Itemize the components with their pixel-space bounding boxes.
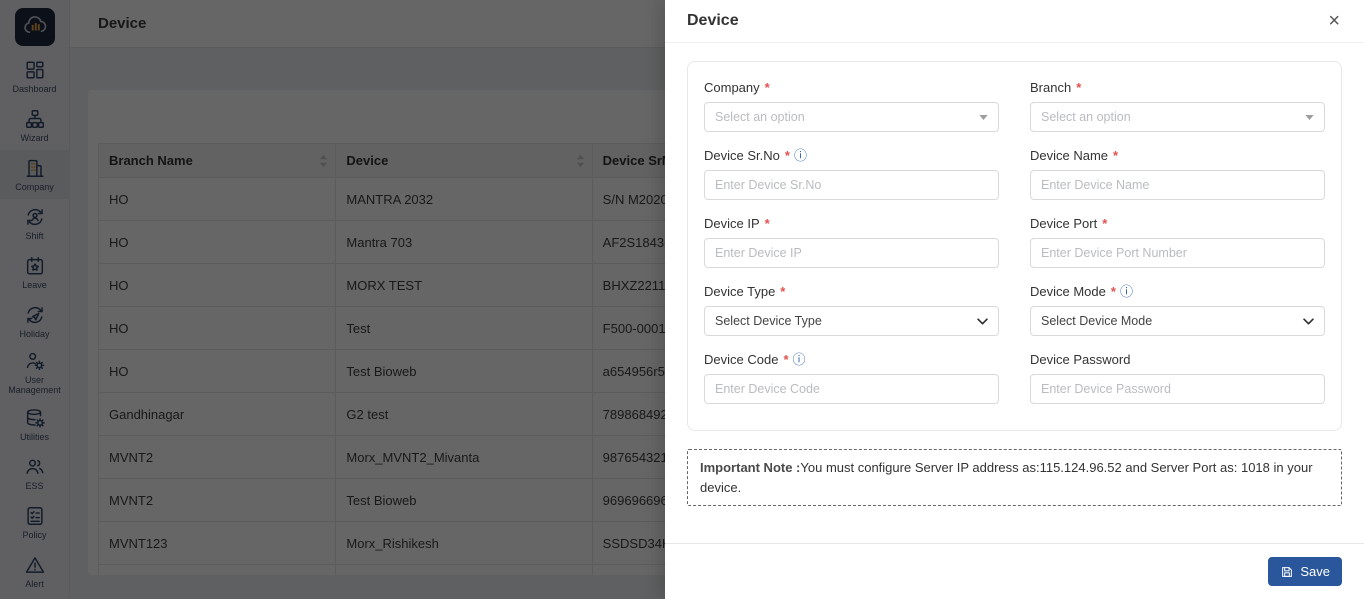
device-password-input[interactable] [1030,374,1325,404]
device-form: Company * Select an option Branch * Select an… [687,61,1342,431]
info-icon: ⓘ [1119,284,1133,299]
required-asterisk: * [1113,148,1119,163]
drawer-title: Device [687,12,739,29]
device-code-input[interactable] [704,374,999,404]
drawer-body: Company * Select an option Branch * Select an… [665,61,1364,506]
caret-down-icon [979,114,988,120]
device-mode-select[interactable]: Select Device Mode [1030,306,1325,336]
chevron-down-icon [977,317,988,325]
close-icon[interactable]: × [1328,11,1340,31]
required-asterisk: * [783,352,789,367]
required-asterisk: * [764,80,770,95]
chevron-down-icon [1303,317,1314,325]
important-note: Important Note :You must configure Serve… [687,449,1342,506]
field-device-ip: Device IP * [704,216,999,268]
branch-dropdown[interactable]: Select an option [1030,102,1325,132]
required-asterisk: * [764,216,770,231]
field-device-type: Device Type * Select Device Type [704,284,999,336]
save-button[interactable]: Save [1268,557,1342,586]
field-company: Company * Select an option [704,80,999,132]
device-type-select[interactable]: Select Device Type [704,306,999,336]
info-icon: ⓘ [792,352,806,367]
field-device-name: Device Name * [1030,148,1325,200]
required-asterisk: * [1076,80,1082,95]
required-asterisk: * [1110,284,1116,299]
device-name-input[interactable] [1030,170,1325,200]
drawer-footer: Save [665,543,1364,599]
field-device-port: Device Port * [1030,216,1325,268]
required-asterisk: * [784,148,790,163]
save-icon [1280,565,1294,579]
required-asterisk: * [780,284,786,299]
caret-down-icon [1305,114,1314,120]
field-label: Company [704,80,760,95]
device-port-input[interactable] [1030,238,1325,268]
device-sr-no-input[interactable] [704,170,999,200]
field-device-password: Device Password [1030,352,1325,404]
field-device-mode: Device Mode * ⓘ Select Device Mode [1030,284,1325,336]
field-label: Device Type [704,284,776,299]
field-label: Branch [1030,80,1072,95]
field-branch: Branch * Select an option [1030,80,1325,132]
required-asterisk: * [1102,216,1108,231]
info-icon: ⓘ [793,148,807,163]
device-ip-input[interactable] [704,238,999,268]
device-drawer: Device × Company * Select an option Branch *… [665,0,1364,599]
field-label: Device Sr.No [704,148,780,163]
field-label: Device Port [1030,216,1098,231]
field-label: Device Password [1030,352,1131,367]
field-label: Device Code [704,352,779,367]
field-device-sr-no: Device Sr.No * ⓘ [704,148,999,200]
important-note-label: Important Note : [700,460,801,475]
field-label: Device Name [1030,148,1109,163]
field-label: Device Mode [1030,284,1106,299]
field-label: Device IP [704,216,760,231]
field-device-code: Device Code * ⓘ [704,352,999,404]
drawer-header: Device × [665,0,1364,43]
company-dropdown[interactable]: Select an option [704,102,999,132]
